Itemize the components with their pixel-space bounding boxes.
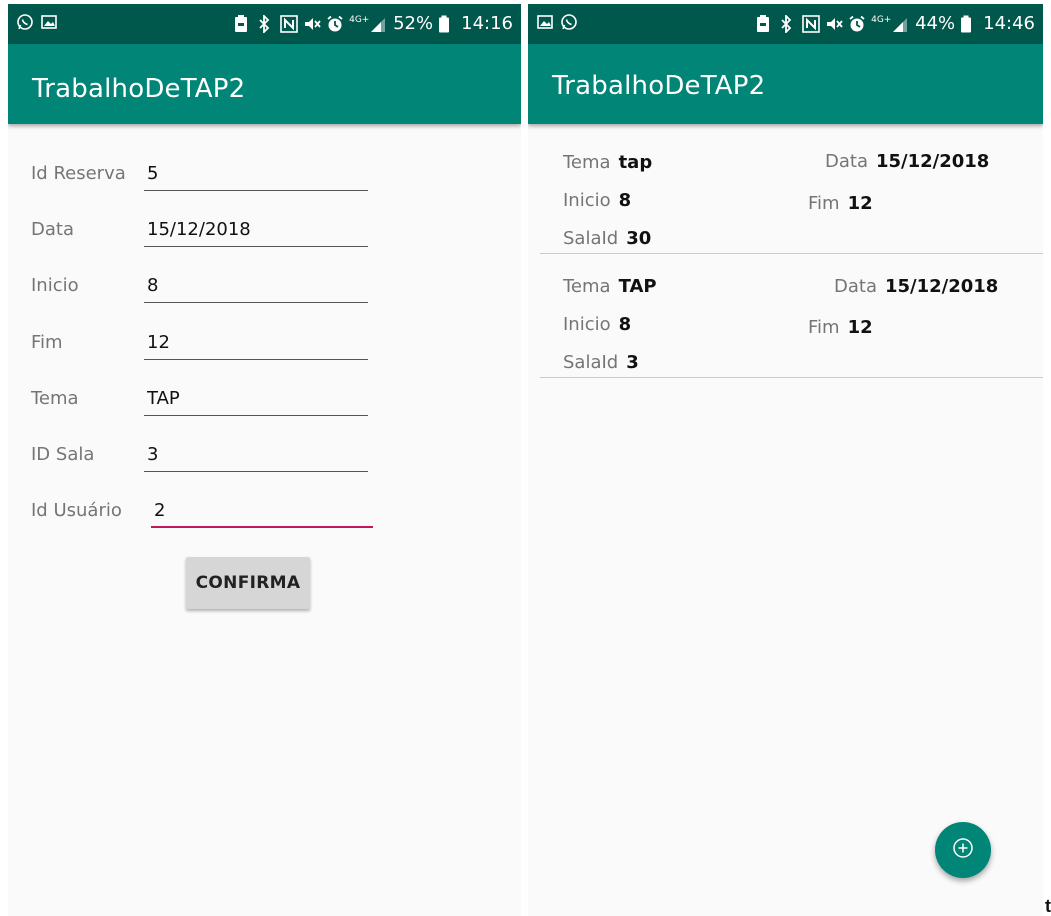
- fim-label: Fim: [808, 317, 840, 338]
- inicio-input[interactable]: [144, 269, 368, 303]
- app-bar: TrabalhoDeTAP2: [8, 44, 521, 124]
- sala-label: SalaId: [563, 352, 619, 373]
- tema-field: Tema TAP: [563, 276, 657, 297]
- sala-value: 30: [626, 228, 652, 249]
- inicio-label: Inicio: [563, 190, 611, 211]
- fim-field: Fim 12: [808, 193, 873, 214]
- signal-icon: [892, 15, 910, 33]
- id-sala-input[interactable]: [144, 438, 368, 472]
- tema-label: Tema: [563, 152, 611, 173]
- data-input[interactable]: [144, 213, 368, 247]
- sala-label: SalaId: [563, 228, 619, 249]
- inicio-label: Inicio: [31, 275, 79, 296]
- trailing-glyph: t: [1045, 896, 1051, 916]
- battery-percent: 52%: [393, 13, 434, 34]
- bluetooth-icon: [257, 14, 275, 33]
- reservation-item[interactable]: Tema tap Data 15/12/2018 Inicio 8 Fim 12 Sal…: [540, 131, 1043, 254]
- battery-icon: [960, 15, 978, 33]
- app-title: TrabalhoDeTAP2: [552, 71, 766, 101]
- app-bar: TrabalhoDeTAP2: [528, 44, 1043, 124]
- data-field: Data 15/12/2018: [825, 151, 989, 172]
- alarm-icon: [326, 15, 344, 33]
- tema-label: Tema: [31, 388, 79, 409]
- 4g-icon: 4G+: [871, 14, 892, 25]
- alarm-icon: [848, 15, 866, 33]
- inicio-value: 8: [618, 314, 632, 335]
- mute-icon: [303, 15, 321, 33]
- whatsapp-icon: [560, 13, 578, 31]
- data-label: Data: [834, 276, 877, 297]
- whatsapp-icon: [16, 13, 34, 31]
- fim-value: 12: [847, 193, 873, 214]
- inicio-field: Inicio 8: [563, 314, 631, 335]
- mute-icon: [825, 15, 843, 33]
- signal-icon: [370, 15, 388, 33]
- id-usuario-input[interactable]: [151, 494, 373, 528]
- fim-label: Fim: [31, 332, 63, 353]
- add-reservation-fab[interactable]: [935, 822, 991, 878]
- id-usuario-label: Id Usuário: [31, 500, 122, 521]
- tema-value: tap: [618, 152, 653, 173]
- tema-label: Tema: [563, 276, 611, 297]
- nfc-icon: [280, 14, 298, 33]
- clock: 14:46: [983, 13, 1035, 34]
- form-row-tema: Tema: [8, 382, 521, 422]
- image-icon: [40, 13, 58, 31]
- form-row-id-reserva: Id Reserva: [8, 157, 521, 197]
- nfc-icon: [802, 14, 820, 33]
- form-row-fim: Fim: [8, 326, 521, 366]
- form-row-id-usuario: Id Usuário: [8, 494, 521, 534]
- image-icon: [536, 13, 554, 31]
- battery-saver-icon: [234, 14, 252, 33]
- data-value: 15/12/2018: [884, 276, 999, 297]
- id-reserva-input[interactable]: [144, 157, 368, 191]
- form-row-data: Data: [8, 213, 521, 253]
- id-sala-label: ID Sala: [31, 444, 95, 465]
- bluetooth-icon: [779, 14, 797, 33]
- inicio-value: 8: [618, 190, 632, 211]
- fim-field: Fim 12: [808, 317, 873, 338]
- data-label: Data: [31, 219, 74, 240]
- form-row-id-sala: ID Sala: [8, 438, 521, 478]
- clock: 14:16: [461, 13, 513, 34]
- tema-field: Tema tap: [563, 152, 652, 173]
- phone-screen-form: 4G+ 52% 14:16 TrabalhoDeTAP2 Id Reserva …: [8, 4, 521, 916]
- sala-field: SalaId 3: [563, 352, 639, 373]
- status-bar: 4G+ 52% 14:16: [8, 4, 521, 44]
- status-bar: 4G+ 44% 14:46: [528, 4, 1043, 44]
- inicio-field: Inicio 8: [563, 190, 631, 211]
- reservation-item[interactable]: Tema TAP Data 15/12/2018 Inicio 8 Fim 12 Sal…: [540, 255, 1043, 378]
- confirm-button[interactable]: CONFIRMA: [186, 557, 310, 609]
- form-row-inicio: Inicio: [8, 269, 521, 309]
- fim-value: 12: [847, 317, 873, 338]
- sala-value: 3: [626, 352, 639, 373]
- battery-icon: [438, 15, 456, 33]
- id-reserva-label: Id Reserva: [31, 163, 126, 184]
- sala-field: SalaId 30: [563, 228, 651, 249]
- data-label: Data: [825, 151, 868, 172]
- add-circle-icon: [952, 837, 974, 864]
- 4g-icon: 4G+: [349, 14, 370, 25]
- data-field: Data 15/12/2018: [834, 276, 998, 297]
- fim-label: Fim: [808, 193, 840, 214]
- tema-input[interactable]: [144, 382, 368, 416]
- battery-saver-icon: [756, 14, 774, 33]
- inicio-label: Inicio: [563, 314, 611, 335]
- data-value: 15/12/2018: [875, 151, 990, 172]
- fim-input[interactable]: [144, 326, 368, 360]
- phone-screen-list: 4G+ 44% 14:46 TrabalhoDeTAP2 Tema tap Dat…: [528, 4, 1043, 916]
- tema-value: TAP: [618, 276, 657, 297]
- battery-percent: 44%: [915, 13, 956, 34]
- app-title: TrabalhoDeTAP2: [32, 74, 246, 104]
